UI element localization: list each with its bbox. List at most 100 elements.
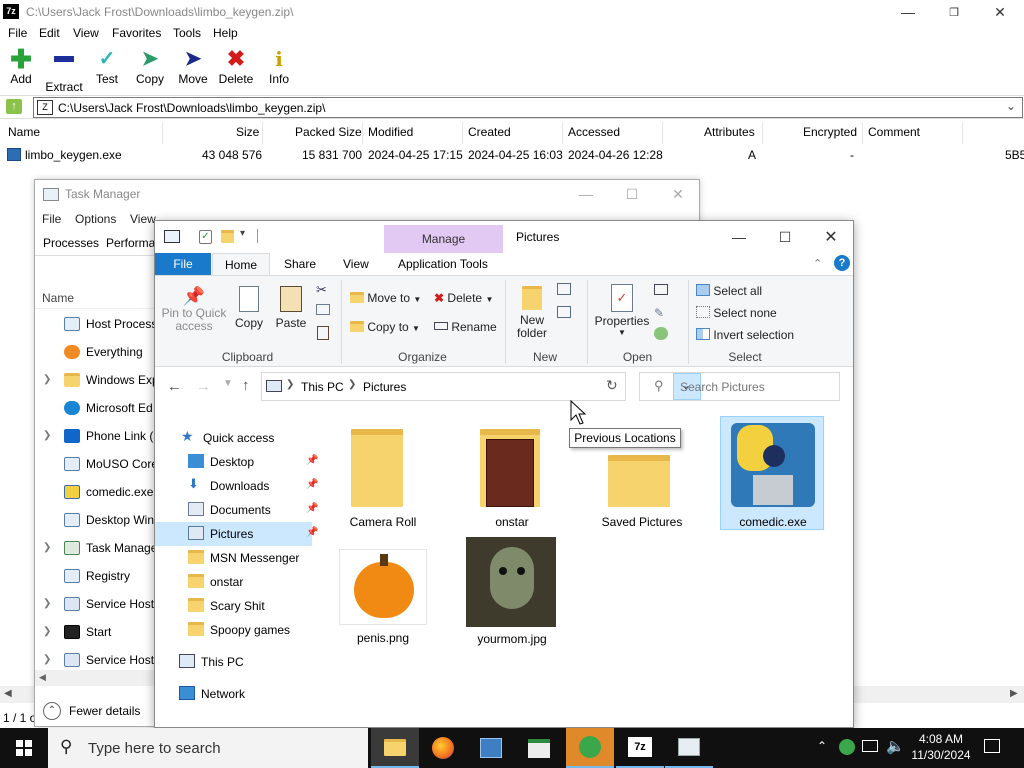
taskbar-task-manager[interactable] [665,728,713,768]
taskmanager-minimize-button[interactable]: — [563,182,609,206]
forward-arrow-icon[interactable]: → [196,378,211,395]
invert-selection-button[interactable]: Invert selection [696,328,794,342]
ribbon-copy-button[interactable]: Copy [231,286,267,330]
file-tile[interactable]: yourmom.jpg [460,537,564,649]
taskbar-search-box[interactable]: ⚲ Type here to search [48,728,368,768]
col-attributes[interactable]: Attributes [704,125,755,139]
copy-to-button[interactable]: Copy to ▼ [350,320,420,334]
tab-share[interactable]: Share [284,257,316,271]
menu-edit[interactable]: Edit [39,26,60,40]
nav-downloads[interactable]: ⬇ Downloads 📌 [188,474,318,498]
tab-application-tools[interactable]: Application Tools [398,257,488,271]
file-tile[interactable]: onstar [460,421,564,531]
col-comment[interactable]: Comment [868,125,920,139]
chevron-right-icon[interactable]: ❯ [43,542,51,553]
pin-to-quick-access-button[interactable]: 📌 Pin to Quick access [161,286,227,333]
taskmanager-close-button[interactable]: ✕ [655,182,701,206]
tm-menu-file[interactable]: File [42,212,61,226]
col-size[interactable]: Size [236,125,259,139]
col-modified[interactable]: Modified [368,125,413,139]
open-with-icon[interactable] [654,284,668,295]
help-icon[interactable]: ? [834,255,850,271]
table-row[interactable]: limbo_keygen.exe 43 048 576 15 831 700 2… [0,146,1024,164]
menu-file[interactable]: File [8,26,27,40]
recent-locations-chevron-icon[interactable]: ▼ [223,378,233,389]
search-box[interactable]: ⚲ Search Pictures [639,372,840,401]
network-icon[interactable] [862,740,878,752]
history-icon[interactable] [654,327,668,340]
explorer-maximize-button[interactable]: ☐ [762,225,808,249]
paste-button[interactable]: Paste [273,286,309,330]
taskbar-app[interactable] [515,728,563,768]
test-button[interactable]: ✓ Test [86,48,128,90]
edit-icon[interactable]: ✎ [654,306,664,320]
col-encrypted[interactable]: Encrypted [803,125,857,139]
tray-app-icon[interactable] [839,739,855,755]
nav-desktop[interactable]: Desktop 📌 [188,450,318,474]
tm-menu-view[interactable]: View [130,212,156,226]
manage-contextual-tab[interactable]: Manage [384,225,503,253]
volume-icon[interactable]: 🔈 [886,737,905,755]
tab-view[interactable]: View [343,257,369,271]
col-created[interactable]: Created [468,125,511,139]
extract-button[interactable]: Extract [43,48,85,94]
file-tile[interactable]: penis.png [331,549,435,649]
select-none-button[interactable]: Select none [696,306,777,320]
up-folder-icon[interactable]: ↑ [6,99,22,114]
customize-qat-icon[interactable]: ▾ [240,228,245,239]
file-tile[interactable]: Camera Roll [331,421,435,531]
sevenzip-path-input[interactable]: Z C:\Users\Jack Frost\Downloads\limbo_ke… [33,97,1023,118]
new-folder-button[interactable]: New folder [513,286,551,340]
up-arrow-icon[interactable]: ↑ [242,377,250,394]
file-tile-selected[interactable]: comedic.exe [720,416,824,530]
explorer-address-bar[interactable]: ❯ This PC ❯ Pictures ⌄ [261,372,701,401]
col-packed-size[interactable]: Packed Size [295,125,362,139]
menu-help[interactable]: Help [213,26,238,40]
col-name[interactable]: Name [8,125,40,139]
rename-button[interactable]: Rename [434,320,497,334]
chevron-right-icon[interactable]: ❯ [43,626,51,637]
breadcrumb-this-pc[interactable]: This PC [301,380,344,394]
delete-button[interactable]: ✖ Delete [215,48,257,90]
quick-properties-icon[interactable]: ✓ [199,230,212,244]
taskbar-msn-messenger[interactable] [566,728,614,768]
copy-button[interactable]: ➤ Copy [129,48,171,90]
cut-icon[interactable]: ✂ [316,282,327,298]
tab-file[interactable]: File [155,253,211,275]
add-button[interactable]: ✚ Add [0,46,42,90]
easy-access-icon[interactable] [557,306,571,318]
tab-home[interactable]: Home [212,253,270,276]
explorer-close-button[interactable]: ✕ [808,225,854,249]
show-hidden-icons-chevron[interactable]: ⌃ [817,739,827,753]
col-accessed[interactable]: Accessed [568,125,620,139]
ribbon-delete-button[interactable]: ✖ Delete ▼ [434,291,493,305]
info-button[interactable]: i Info [258,48,300,90]
breadcrumb-pictures[interactable]: Pictures [363,380,406,394]
nav-pictures[interactable]: Pictures 📌 [155,522,318,546]
chevron-right-icon[interactable]: ❯ [43,430,51,441]
nav-documents[interactable]: Documents 📌 [188,498,318,522]
new-folder-icon[interactable] [221,230,234,243]
sevenzip-minimize-button[interactable]: — [885,0,931,24]
taskbar-7zip[interactable]: 7z [616,728,664,768]
scroll-right-icon[interactable]: ▶ [1010,688,1018,699]
move-to-button[interactable]: Move to ▼ [350,291,421,305]
copy-path-icon[interactable] [316,304,330,315]
menu-favorites[interactable]: Favorites [112,26,161,40]
taskbar-firefox[interactable] [419,728,467,768]
chevron-right-icon[interactable]: ❯ [43,654,51,665]
select-all-button[interactable]: Select all [696,284,762,298]
menu-tools[interactable]: Tools [173,26,201,40]
notification-icon[interactable] [984,739,1000,753]
new-item-icon[interactable] [557,283,571,295]
scroll-left-icon[interactable]: ◀ [4,688,12,699]
tab-processes[interactable]: Processes [43,236,99,250]
tm-menu-options[interactable]: Options [75,212,116,226]
tab-performance[interactable]: Performa [106,236,155,250]
sevenzip-close-button[interactable]: ✕ [977,0,1023,24]
clock[interactable]: 4:08 AM 11/30/2024 [910,731,972,763]
properties-button[interactable]: ✓ Properties ▼ [593,284,651,337]
sevenzip-restore-button[interactable]: ❐ [931,0,977,24]
taskbar-file-explorer[interactable] [371,728,419,768]
taskbar-app[interactable] [467,728,515,768]
